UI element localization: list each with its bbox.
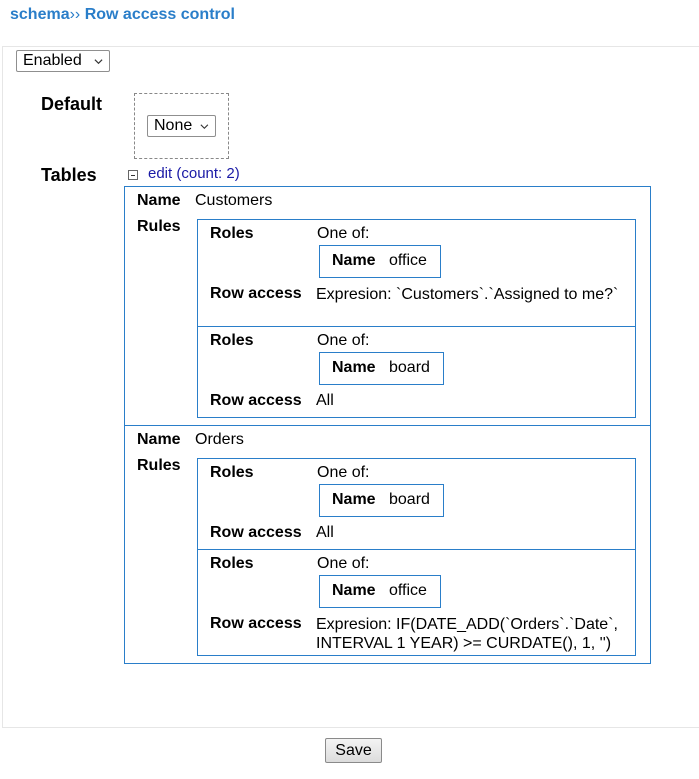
rule-roles-label: Roles [210,555,254,572]
rule-row-access-label: Row access [210,615,302,632]
role-name-value: office [389,252,427,269]
rule-row-access-label: Row access [210,524,302,541]
table-rules-label: Rules [137,218,181,235]
status-select-value: Enabled [23,52,82,69]
default-label: Default [41,94,103,114]
role-name-label: Name [332,252,376,269]
rule-roles-label: Roles [210,464,254,481]
role-name-label: Name [332,582,376,599]
role-name-label: Name [332,491,376,508]
breadcrumb: schema›› Row access control [10,6,235,24]
default-select-value: None [154,117,193,134]
breadcrumb-current[interactable]: Row access control [85,6,235,23]
rule-row-access-value: Expresion: IF(DATE_ADD(`Orders`.`Date`, … [316,616,618,652]
table-name-value: Orders [195,431,244,448]
footer-divider [2,727,699,728]
rule-row-access-value: All [316,524,334,541]
rule-roles-label: Roles [210,332,254,349]
breadcrumb-separator: ›› [69,6,81,23]
rule-roles-label: Roles [210,225,254,242]
rule-roles-one-of: One of: [317,332,370,349]
table-name-value: Customers [195,192,273,209]
rule-row-access-value: Expresion: `Customers`.`Assigned to me?` [316,286,619,303]
rule-roles-one-of: One of: [317,225,370,242]
rule-row-access-label: Row access [210,392,302,409]
status-select[interactable]: Enabled [16,50,110,72]
rule-roles-one-of: One of: [317,464,370,481]
role-name-label: Name [332,359,376,376]
tables-label: Tables [41,165,97,185]
rule-roles-one-of: One of: [317,555,370,572]
chevron-down-icon [200,123,209,129]
rule-row-access-label: Row access [210,285,302,302]
table-divider [124,425,651,426]
rule-divider [197,549,636,550]
role-name-value: board [389,359,430,376]
table-name-label: Name [137,431,181,448]
role-name-value: board [389,491,430,508]
chevron-down-icon [94,58,103,64]
role-name-value: office [389,582,427,599]
rule-divider [197,326,636,327]
save-button[interactable]: Save [325,738,382,763]
rule-row-access-value: All [316,392,334,409]
tables-edit-link[interactable]: edit (count: 2) [148,165,240,182]
default-select[interactable]: None [147,115,216,137]
table-name-label: Name [137,192,181,209]
table-rules-label: Rules [137,457,181,474]
breadcrumb-schema-link[interactable]: schema [10,6,70,23]
collapse-icon[interactable] [128,170,138,180]
